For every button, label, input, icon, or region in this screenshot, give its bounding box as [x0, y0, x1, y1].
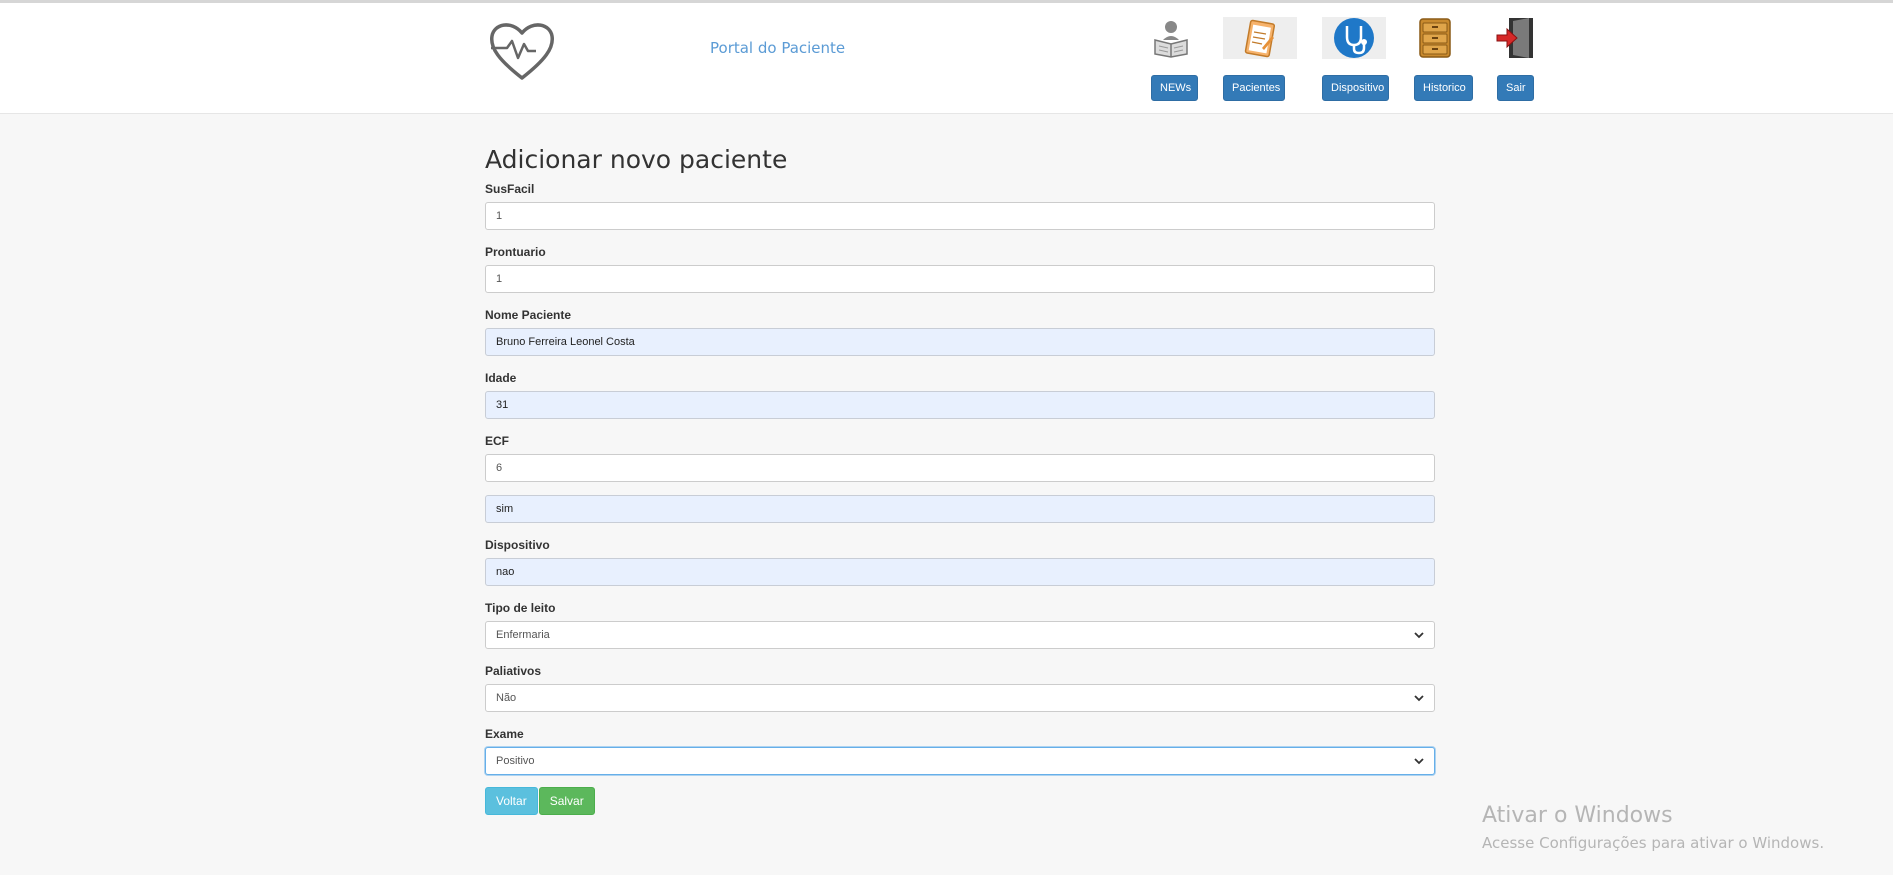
ecf-label: ECF [485, 434, 509, 448]
page-title: Adicionar novo paciente [485, 145, 788, 174]
chevron-down-icon [1414, 695, 1424, 702]
patient-form: Adicionar novo paciente SusFacil 1 Pront… [485, 140, 1435, 815]
tipo-leito-value: Enfermaria [496, 629, 550, 641]
prontuario-label: Prontuario [485, 245, 546, 259]
tipo-leito-label: Tipo de leito [485, 601, 556, 615]
prontuario-group: Prontuario 1 [485, 243, 1435, 293]
form-actions: Voltar Salvar [485, 787, 1435, 815]
idade-group: Idade 31 [485, 369, 1435, 419]
nome-paciente-label: Nome Paciente [485, 308, 572, 322]
exame-select[interactable]: Positivo [485, 747, 1435, 775]
watermark-subtitle: Acesse Configurações para ativar o Windo… [1482, 834, 1825, 852]
idade-input[interactable]: 31 [485, 391, 1435, 419]
dispositivo-group: Dispositivo nao [485, 536, 1435, 586]
windows-activation-watermark: Ativar o Windows Acesse Configurações pa… [1482, 801, 1824, 855]
unlabeled-group: sim [485, 495, 1435, 523]
clipboard-icon[interactable] [1223, 17, 1297, 59]
paliativos-label: Paliativos [485, 664, 542, 678]
sim-input[interactable]: sim [485, 495, 1435, 523]
susfacil-input[interactable]: 1 [485, 202, 1435, 230]
tipo-leito-group: Tipo de leito Enfermaria [485, 599, 1435, 649]
reader-icon[interactable] [1150, 17, 1192, 59]
heart-pulse-logo[interactable] [487, 18, 557, 84]
salvar-button[interactable]: Salvar [538, 787, 595, 815]
paliativos-group: Paliativos Não [485, 662, 1435, 712]
idade-label: Idade [485, 371, 517, 385]
portal-title[interactable]: Portal do Paciente [710, 39, 845, 57]
voltar-button[interactable]: Voltar [485, 787, 538, 815]
file-cabinet-icon[interactable] [1417, 17, 1453, 59]
ecf-group: ECF 6 [485, 432, 1435, 482]
chevron-down-icon [1414, 758, 1424, 765]
ecf-input[interactable]: 6 [485, 454, 1435, 482]
nome-paciente-group: Nome Paciente Bruno Ferreira Leonel Cost… [485, 306, 1435, 356]
exit-door-icon[interactable] [1495, 17, 1535, 59]
nav-pacientes-button[interactable]: Pacientes [1223, 75, 1285, 101]
paliativos-select[interactable]: Não [485, 684, 1435, 712]
site-header: Portal do Paciente NEWs Pacientes Dispos… [0, 3, 1893, 114]
chevron-down-icon [1414, 632, 1424, 639]
nome-paciente-input[interactable]: Bruno Ferreira Leonel Costa [485, 328, 1435, 356]
dispositivo-label: Dispositivo [485, 538, 550, 552]
tipo-leito-select[interactable]: Enfermaria [485, 621, 1435, 649]
nav-sair-button[interactable]: Sair [1497, 75, 1534, 101]
nav-dispositivo-button[interactable]: Dispositivo [1322, 75, 1389, 101]
prontuario-input[interactable]: 1 [485, 265, 1435, 293]
stethoscope-icon[interactable] [1322, 17, 1386, 59]
dispositivo-input[interactable]: nao [485, 558, 1435, 586]
susfacil-label: SusFacil [485, 182, 535, 196]
nav-historico-button[interactable]: Historico [1414, 75, 1473, 101]
watermark-title: Ativar o Windows [1482, 803, 1673, 828]
susfacil-group: SusFacil 1 [485, 180, 1435, 230]
exame-group: Exame Positivo [485, 725, 1435, 775]
exame-label: Exame [485, 727, 524, 741]
exame-value: Positivo [496, 755, 535, 767]
paliativos-value: Não [496, 692, 517, 704]
nav-news-button[interactable]: NEWs [1151, 75, 1198, 101]
